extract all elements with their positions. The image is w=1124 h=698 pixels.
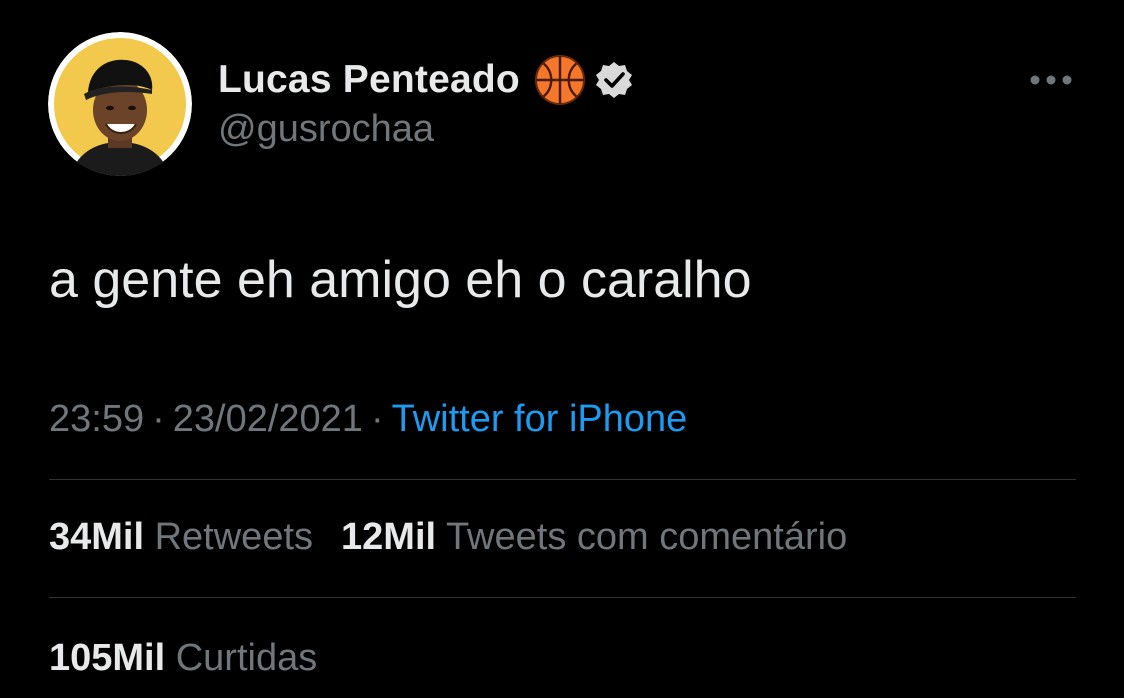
likes-stat[interactable]: 105Mil Curtidas	[49, 637, 317, 679]
author-display-name[interactable]: Lucas Penteado	[218, 58, 520, 102]
tweet-meta: 23:59 · 23/02/2021 · Twitter for iPhone	[49, 396, 687, 442]
stats-row-shares: 34Mil Retweets 12Mil Tweets com comentári…	[49, 514, 847, 560]
divider	[49, 597, 1076, 598]
tweet-source-link[interactable]: Twitter for iPhone	[392, 398, 688, 440]
verified-badge-icon	[594, 60, 634, 100]
meta-separator: ·	[152, 398, 165, 440]
quote-tweets-count: 12Mil	[341, 516, 437, 558]
stats-row-likes: 105Mil Curtidas	[49, 635, 317, 681]
retweets-label: Retweets	[154, 516, 314, 558]
divider	[49, 479, 1076, 480]
tweet-date[interactable]: 23/02/2021	[173, 398, 363, 440]
avatar-image	[48, 32, 192, 176]
tweet-detail: Lucas Penteado @gusrochaa a gente eh ami…	[0, 0, 1124, 698]
retweets-count: 34Mil	[49, 516, 145, 558]
basketball-icon	[534, 54, 586, 106]
tweet-time[interactable]: 23:59	[49, 398, 144, 440]
more-options-icon[interactable]	[1026, 64, 1076, 96]
avatar[interactable]	[48, 32, 192, 176]
quote-tweets-stat[interactable]: 12Mil Tweets com comentário	[341, 516, 847, 558]
author-handle[interactable]: @gusrochaa	[218, 108, 434, 151]
author-name-row: Lucas Penteado	[218, 52, 634, 108]
quote-tweets-label: Tweets com comentário	[445, 516, 848, 558]
likes-count: 105Mil	[49, 637, 166, 679]
likes-label: Curtidas	[175, 637, 318, 679]
tweet-text: a gente eh amigo eh o caralho	[49, 251, 752, 309]
meta-separator: ·	[370, 398, 384, 440]
retweets-stat[interactable]: 34Mil Retweets	[49, 516, 313, 558]
